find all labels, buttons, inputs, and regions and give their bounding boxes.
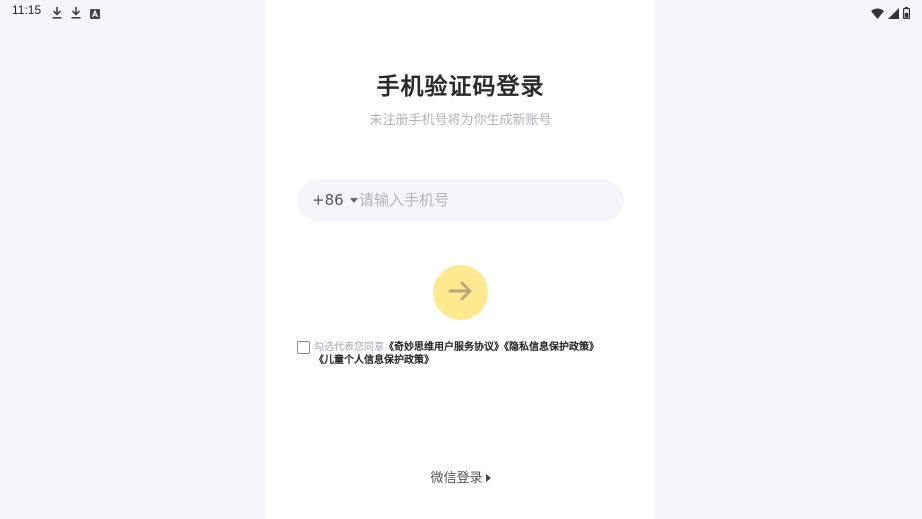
cellular-signal-icon xyxy=(888,4,899,23)
phone-input[interactable] xyxy=(359,187,609,213)
country-code-selector[interactable]: +86 xyxy=(312,191,358,209)
phone-field: +86 xyxy=(297,179,624,222)
status-time: 11:15 xyxy=(12,3,42,17)
agree-checkbox[interactable] xyxy=(297,341,310,354)
arrow-right-icon xyxy=(448,281,474,305)
privacy-policy-link[interactable]: 《隐私信息保护政策》 xyxy=(504,342,599,353)
login-panel: 手机验证码登录 未注册手机号将为你生成新账号 +86 勾选代表您同意《奇妙思维用… xyxy=(266,0,655,519)
caret-down-icon xyxy=(349,197,358,203)
agreement-prefix: 勾选代表您同意 xyxy=(314,342,384,353)
system-icons xyxy=(871,4,911,23)
country-code-label: +86 xyxy=(312,191,344,209)
battery-icon xyxy=(903,4,911,23)
wechat-login-label: 微信登录 xyxy=(430,471,483,486)
wifi-icon xyxy=(871,4,884,23)
page-subtitle: 未注册手机号将为你生成新账号 xyxy=(369,113,552,128)
wechat-login-button[interactable]: 微信登录 xyxy=(266,467,655,486)
page-title: 手机验证码登录 xyxy=(376,74,545,100)
app-notification-icon xyxy=(90,4,100,23)
agreement-text: 勾选代表您同意《奇妙思维用户服务协议》《隐私信息保护政策》《儿童个人信息保护政策… xyxy=(314,341,624,367)
child-privacy-policy-link[interactable]: 《儿童个人信息保护政策》 xyxy=(314,355,434,366)
download-icon xyxy=(71,4,81,23)
download-icon xyxy=(52,4,62,23)
submit-button[interactable] xyxy=(433,265,488,320)
notification-icons xyxy=(52,4,100,23)
user-agreement-link[interactable]: 《奇妙思维用户服务协议》 xyxy=(384,342,504,353)
play-arrow-icon xyxy=(485,473,491,482)
